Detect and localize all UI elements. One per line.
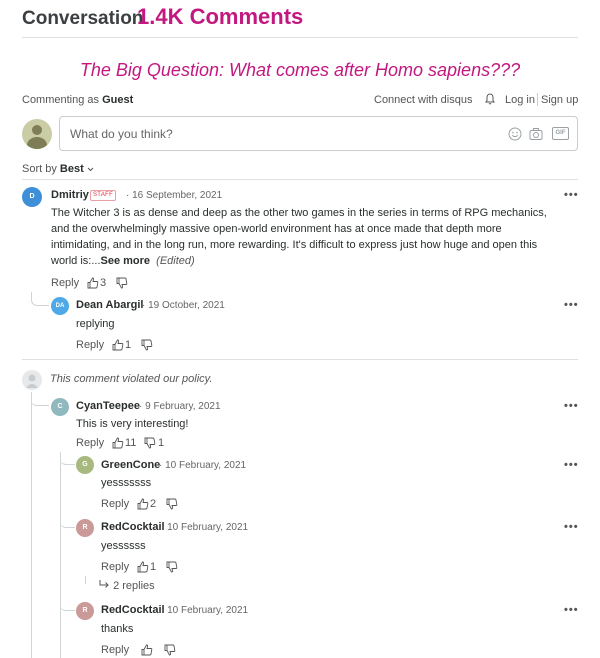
upvote-count: 1 — [150, 561, 157, 573]
comment-date[interactable]: · 10 February, 2021 — [161, 605, 248, 616]
thumbs-down-icon[interactable] — [116, 277, 128, 289]
bell-icon[interactable] — [485, 93, 495, 105]
divider — [22, 359, 578, 360]
avatar[interactable]: D — [22, 187, 42, 207]
avatar[interactable]: C — [51, 398, 69, 416]
sort-dropdown[interactable]: Sort by Best — [22, 163, 94, 175]
comment-menu-icon[interactable]: ••• — [564, 460, 579, 471]
thumbs-up-icon[interactable] — [112, 339, 124, 351]
thread-line — [85, 576, 86, 584]
thread-connector — [60, 515, 75, 528]
comment-date[interactable]: · 19 October, 2021 — [142, 300, 225, 311]
violated-notice: This comment violated our policy. — [50, 373, 213, 385]
thumbs-up-icon[interactable] — [87, 277, 99, 289]
avatar[interactable]: DA — [51, 297, 69, 315]
comment-date[interactable]: · 16 September, 2021 — [126, 190, 222, 201]
comment-author[interactable]: RedCocktail — [101, 521, 165, 533]
comment-date[interactable]: · 9 February, 2021 — [139, 401, 221, 412]
sort-prefix: Sort by — [22, 163, 57, 175]
comment-text: The Witcher 3 is as dense and deep as th… — [51, 207, 547, 267]
divider — [22, 179, 578, 180]
avatar[interactable]: R — [76, 602, 94, 620]
upvote-count: 3 — [100, 277, 107, 289]
comment-menu-icon[interactable]: ••• — [564, 401, 579, 412]
connect-with-disqus-link[interactable]: Connect with disqus — [374, 94, 472, 106]
comment-text: replying — [76, 318, 115, 330]
reply-button[interactable]: Reply — [101, 561, 129, 573]
login-link[interactable]: Log in — [505, 94, 535, 106]
comment-menu-icon[interactable]: ••• — [564, 300, 579, 311]
show-replies-link[interactable]: 2 replies — [99, 580, 155, 592]
conversation-header: Conversation 1.4K Comments — [22, 4, 578, 38]
commenting-as: Commenting as Guest — [22, 94, 133, 106]
deleted-avatar — [22, 370, 42, 390]
upvote-count: 11 — [125, 437, 137, 449]
staff-badge: STAFF — [90, 190, 117, 201]
commenting-as-prefix: Commenting as — [22, 94, 100, 106]
reply-button[interactable]: Reply — [101, 644, 129, 656]
thumbs-up-icon[interactable] — [137, 561, 149, 573]
comment-author[interactable]: GreenCone — [101, 459, 160, 471]
reply-button[interactable]: Reply — [51, 277, 79, 289]
comment-count: 1.4K Comments — [137, 4, 304, 29]
commenting-as-user: Guest — [102, 94, 134, 106]
thumbs-up-icon[interactable] — [141, 644, 153, 656]
thread-connector — [60, 598, 75, 611]
auth-divider — [537, 93, 538, 106]
comment-input[interactable] — [70, 125, 490, 143]
big-question-heading: The Big Question: What comes after Homo … — [79, 60, 521, 80]
thumbs-down-icon[interactable] — [164, 644, 176, 656]
replies-count: 2 replies — [113, 580, 155, 592]
signup-link[interactable]: Sign up — [541, 94, 578, 106]
comment-menu-icon[interactable]: ••• — [564, 522, 579, 533]
comment-author[interactable]: RedCocktail — [101, 604, 165, 616]
edited-label: (Edited) — [156, 255, 195, 267]
thumbs-down-icon[interactable] — [166, 498, 178, 510]
conversation-title: Conversation — [22, 8, 144, 29]
emoji-icon[interactable] — [508, 127, 522, 141]
thumbs-down-icon[interactable] — [166, 561, 178, 573]
thread-connector — [60, 452, 75, 465]
comment-author[interactable]: Dmitriy — [51, 189, 89, 201]
comment-author[interactable]: CyanTeepee — [76, 400, 140, 412]
thread-line — [60, 452, 61, 658]
thumbs-up-icon[interactable] — [137, 498, 149, 510]
comment-date[interactable]: · 10 February, 2021 — [161, 522, 248, 533]
chevron-down-icon — [87, 167, 94, 172]
reply-button[interactable]: Reply — [101, 498, 129, 510]
thumbs-down-icon[interactable] — [144, 437, 156, 449]
avatar[interactable]: R — [76, 519, 94, 537]
comment-text: yessssss — [101, 540, 146, 552]
upvote-count: 2 — [150, 498, 157, 510]
comment-text: yesssssss — [101, 477, 152, 489]
avatar[interactable]: G — [76, 456, 94, 474]
thread-line — [31, 392, 32, 658]
comment-text: thanks — [101, 623, 134, 635]
comment-text: This is very interesting! — [76, 418, 189, 430]
thread-connector — [31, 292, 49, 306]
sort-value: Best — [59, 163, 84, 175]
comment-menu-icon[interactable]: ••• — [564, 190, 579, 201]
reply-button[interactable]: Reply — [76, 339, 104, 351]
comment-composer[interactable]: GIF — [59, 116, 578, 151]
thumbs-up-icon[interactable] — [112, 437, 124, 449]
upvote-count: 1 — [125, 339, 132, 351]
see-more-link[interactable]: See more — [101, 255, 151, 267]
thumbs-down-icon[interactable] — [141, 339, 153, 351]
reply-button[interactable]: Reply — [76, 437, 104, 449]
camera-icon[interactable] — [529, 127, 543, 141]
gif-icon[interactable]: GIF — [552, 127, 569, 140]
thread-connector — [31, 392, 49, 406]
downvote-count: 1 — [158, 437, 165, 449]
guest-avatar — [22, 119, 52, 149]
comment-author[interactable]: Dean Abargil — [76, 299, 143, 311]
reply-arrow-icon — [99, 580, 109, 588]
comment-date[interactable]: · 10 February, 2021 — [159, 460, 246, 471]
comment-menu-icon[interactable]: ••• — [564, 605, 579, 616]
